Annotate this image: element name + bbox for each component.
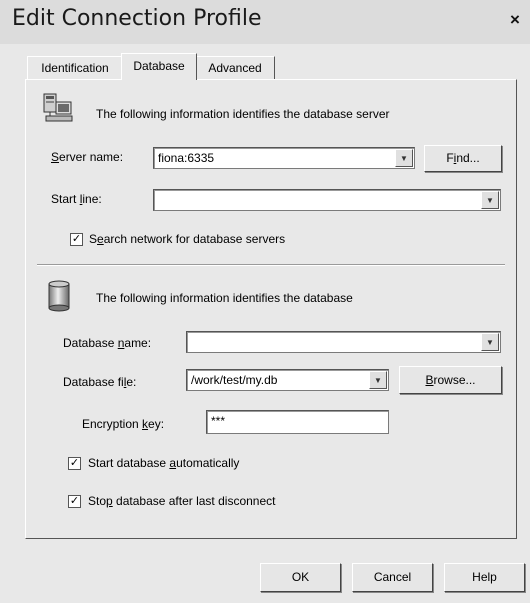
database-name-dropdown-icon[interactable]: ▼ — [481, 333, 499, 351]
start-line-dropdown-icon[interactable]: ▼ — [481, 191, 499, 209]
cancel-button[interactable]: Cancel — [352, 563, 433, 592]
section-divider — [37, 264, 505, 266]
help-button[interactable]: Help — [444, 563, 525, 592]
stop-after-disconnect-label: Stop database after last disconnect — [88, 494, 276, 508]
server-section-heading: The following information identifies the… — [96, 107, 390, 121]
database-file-label: Database file: — [63, 375, 137, 389]
tab-advanced[interactable]: Advanced — [195, 56, 275, 79]
database-file-combobox[interactable]: /work/test/my.db — [186, 369, 389, 391]
ok-button[interactable]: OK — [260, 563, 341, 592]
database-name-label: Database name: — [63, 336, 152, 350]
search-network-label: Search network for database servers — [89, 232, 286, 246]
stop-after-disconnect-checkbox[interactable]: ✓ — [68, 495, 81, 508]
find-button[interactable]: Find... — [424, 145, 502, 172]
tab-database[interactable]: Database — [121, 53, 197, 80]
encryption-key-input[interactable]: *** — [206, 410, 389, 434]
browse-button[interactable]: Browse... — [399, 366, 502, 394]
database-name-combobox[interactable] — [186, 331, 501, 353]
search-network-checkbox[interactable]: ✓ — [70, 233, 83, 246]
window-title: Edit Connection Profile — [12, 6, 262, 31]
server-name-combobox[interactable]: fiona:6335 — [153, 147, 415, 169]
start-line-label: Start line: — [51, 192, 102, 206]
tab-identification[interactable]: Identification — [27, 56, 123, 79]
database-section-heading: The following information identifies the… — [96, 291, 353, 305]
server-computer-icon — [42, 92, 73, 122]
database-cylinder-icon — [47, 280, 77, 312]
start-automatically-label: Start database automatically — [88, 456, 240, 470]
database-file-dropdown-icon[interactable]: ▼ — [369, 371, 387, 389]
start-automatically-checkbox[interactable]: ✓ — [68, 457, 81, 470]
server-name-dropdown-icon[interactable]: ▼ — [395, 149, 413, 167]
close-icon[interactable]: × — [505, 10, 525, 30]
start-line-combobox[interactable] — [153, 189, 501, 211]
server-name-label: Server name: — [51, 150, 124, 164]
encryption-key-label: Encryption key: — [82, 417, 165, 431]
